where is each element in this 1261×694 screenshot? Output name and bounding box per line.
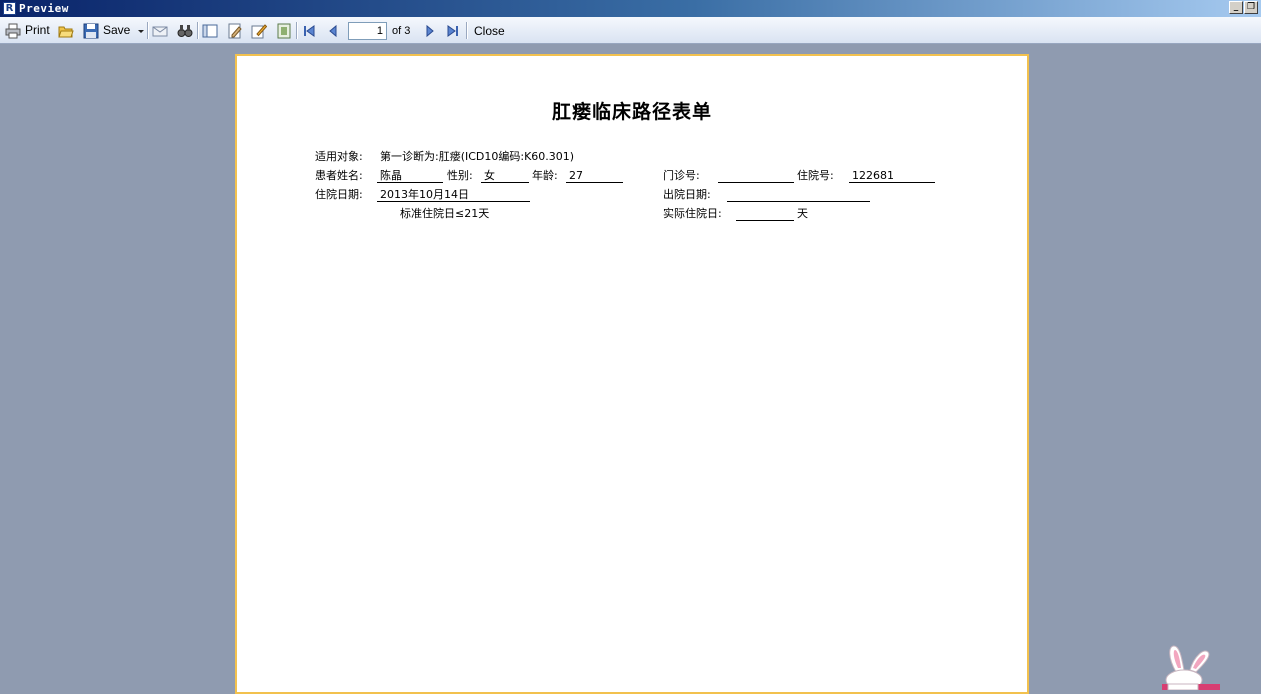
restore-button[interactable]: ❐ [1244, 1, 1258, 14]
edit-button[interactable] [227, 22, 243, 39]
envelope-icon [152, 26, 168, 36]
print-label: Print [25, 23, 50, 37]
sex-value: 女 [481, 169, 529, 183]
discharge-date-value [727, 188, 870, 202]
inpatient-no-value: 122681 [849, 169, 935, 183]
email-button[interactable] [152, 22, 168, 39]
pencil-icon [251, 23, 267, 38]
fullscreen-button[interactable] [276, 22, 292, 39]
first-page-button[interactable] [302, 22, 316, 39]
actual-stay-unit: 天 [797, 207, 808, 220]
page-number-input[interactable]: 1 [348, 22, 387, 40]
applicable-label: 适用对象: [315, 150, 363, 163]
arrow-right-icon [426, 24, 434, 37]
patient-name-label: 患者姓名: [315, 169, 363, 182]
applicable-value: 第一诊断为:肛瘘(ICD10编码:K60.301) [380, 150, 575, 163]
arrow-left-icon [329, 24, 337, 37]
age-value: 27 [566, 169, 623, 183]
edit-page-icon [228, 23, 242, 38]
chevron-down-icon [138, 29, 144, 33]
standard-stay-text: 标准住院日≤21天 [400, 207, 490, 220]
find-button[interactable] [177, 22, 193, 39]
print-button[interactable]: Print [5, 22, 50, 39]
minimize-button[interactable]: _ [1229, 1, 1243, 14]
toolbar-separator [296, 22, 298, 39]
document-page: 肛瘘临床路径表单 适用对象: 第一诊断为:肛瘘(ICD10编码:K60.301)… [235, 54, 1029, 694]
patient-name-value: 陈晶 [377, 169, 443, 183]
next-page-button[interactable] [424, 22, 436, 39]
toolbar: Print Save [0, 17, 1261, 44]
clinic-no-value [718, 169, 794, 183]
watermark-button[interactable] [251, 22, 267, 39]
title-bar: R Preview _ ❐ [0, 0, 1261, 17]
save-label: Save [103, 23, 131, 37]
discharge-date-label: 出院日期: [663, 188, 711, 201]
folder-open-icon [58, 26, 74, 37]
last-page-icon [447, 24, 458, 37]
first-page-icon [304, 24, 315, 37]
actual-stay-label: 实际住院日: [663, 207, 722, 220]
binoculars-icon [177, 24, 193, 37]
page-title: 肛瘘临床路径表单 [551, 101, 712, 123]
floppy-disk-icon [83, 23, 99, 38]
document-icon [277, 23, 291, 38]
save-dropdown-button[interactable] [137, 22, 145, 39]
age-label: 年龄: [532, 169, 558, 182]
layout-icon [202, 24, 218, 37]
open-button[interactable] [58, 22, 74, 39]
toolbar-separator [197, 22, 199, 39]
clinic-no-label: 门诊号: [663, 169, 700, 182]
admit-date-value: 2013年10月14日 [377, 188, 530, 202]
bunny-mascot-icon [1162, 645, 1220, 690]
actual-stay-value [736, 207, 794, 221]
sex-label: 性别: [447, 169, 473, 182]
inpatient-no-label: 住院号: [797, 169, 834, 182]
printer-icon [5, 23, 21, 38]
page-count-label: of 3 [392, 25, 411, 37]
save-button[interactable]: Save [83, 22, 130, 39]
last-page-button[interactable] [446, 22, 460, 39]
page-setup-button[interactable] [202, 22, 218, 39]
admit-date-label: 住院日期: [315, 188, 363, 201]
previous-page-button[interactable] [327, 22, 339, 39]
app-logo-icon: R [3, 2, 16, 15]
close-button[interactable]: Close [474, 22, 505, 40]
toolbar-separator [466, 22, 468, 39]
window-title: Preview [19, 2, 69, 15]
toolbar-separator [147, 22, 149, 39]
